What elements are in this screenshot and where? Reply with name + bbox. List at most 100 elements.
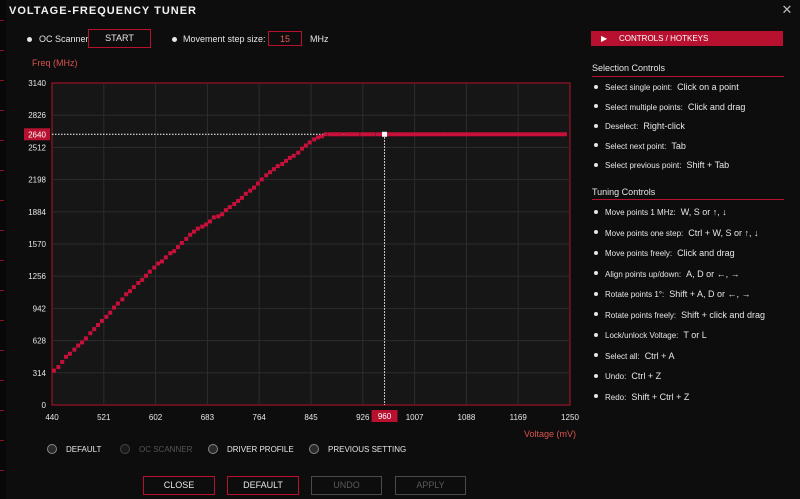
selected-curve-point[interactable] <box>382 131 388 137</box>
curve-point[interactable] <box>236 198 241 203</box>
curve-point[interactable] <box>505 132 510 137</box>
curve-point[interactable] <box>474 132 479 137</box>
controls-hotkeys-header[interactable]: ▶ CONTROLS / HOTKEYS <box>591 31 783 46</box>
curve-point[interactable] <box>528 132 533 137</box>
curve-point[interactable] <box>300 146 305 151</box>
curve-point[interactable] <box>348 132 353 137</box>
curve-point[interactable] <box>451 132 456 137</box>
curve-point[interactable] <box>516 132 521 137</box>
curve-point[interactable] <box>88 331 93 336</box>
curve-point[interactable] <box>51 368 56 373</box>
curve-point[interactable] <box>376 132 381 137</box>
profile-radio-previous-setting[interactable] <box>309 444 319 454</box>
close-button[interactable]: CLOSE <box>143 476 215 495</box>
curve-point[interactable] <box>159 259 164 264</box>
curve-point[interactable] <box>489 132 494 137</box>
curve-point[interactable] <box>96 323 101 328</box>
curve-point[interactable] <box>115 301 120 306</box>
curve-point[interactable] <box>486 132 491 137</box>
curve-point[interactable] <box>104 314 109 319</box>
curve-point[interactable] <box>64 354 69 359</box>
curve-point[interactable] <box>447 132 452 137</box>
curve-point[interactable] <box>401 132 406 137</box>
curve-point[interactable] <box>248 188 253 193</box>
profile-radio-default[interactable] <box>47 444 57 454</box>
curve-point[interactable] <box>128 289 133 294</box>
curve-point[interactable] <box>363 132 368 137</box>
curve-point[interactable] <box>428 132 433 137</box>
curve-point[interactable] <box>332 132 337 137</box>
curve-point[interactable] <box>303 143 308 148</box>
curve-point[interactable] <box>112 305 117 310</box>
curve-point[interactable] <box>455 132 460 137</box>
curve-point[interactable] <box>312 137 317 142</box>
curve-point[interactable] <box>562 132 567 137</box>
curve-point[interactable] <box>344 132 349 137</box>
curve-point[interactable] <box>497 132 502 137</box>
curve-point[interactable] <box>108 310 113 315</box>
curve-point[interactable] <box>200 224 205 229</box>
curve-point[interactable] <box>559 132 564 137</box>
curve-point[interactable] <box>307 140 312 145</box>
curve-point[interactable] <box>524 132 529 137</box>
curve-point[interactable] <box>152 265 157 270</box>
curve-point[interactable] <box>291 153 296 158</box>
curve-point[interactable] <box>144 273 149 278</box>
curve-point[interactable] <box>179 240 184 245</box>
default-button[interactable]: DEFAULT <box>227 476 299 495</box>
curve-point[interactable] <box>470 132 475 137</box>
profile-radio-driver-profile[interactable] <box>208 444 218 454</box>
curve-point[interactable] <box>147 269 152 274</box>
curve-point[interactable] <box>259 177 264 182</box>
curve-point[interactable] <box>551 132 556 137</box>
profile-radio-oc-scanner[interactable] <box>120 444 130 454</box>
curve-point[interactable] <box>216 214 221 219</box>
curve-point[interactable] <box>207 219 212 224</box>
curve-point[interactable] <box>463 132 468 137</box>
curve-point[interactable] <box>520 132 525 137</box>
curve-point[interactable] <box>284 158 289 163</box>
curve-point[interactable] <box>513 132 518 137</box>
curve-point[interactable] <box>184 236 189 241</box>
curve-point[interactable] <box>335 132 340 137</box>
curve-point[interactable] <box>195 226 200 231</box>
curve-point[interactable] <box>175 245 180 250</box>
curve-point[interactable] <box>482 132 487 137</box>
curve-point[interactable] <box>280 162 285 167</box>
curve-point[interactable] <box>287 155 292 160</box>
curve-point[interactable] <box>319 134 324 139</box>
curve-point[interactable] <box>268 170 273 175</box>
curve-point[interactable] <box>459 132 464 137</box>
curve-point[interactable] <box>424 132 429 137</box>
apply-button[interactable]: APPLY <box>395 476 466 495</box>
curve-point[interactable] <box>360 132 365 137</box>
curve-point[interactable] <box>466 132 471 137</box>
curve-point[interactable] <box>397 132 402 137</box>
curve-point[interactable] <box>443 132 448 137</box>
curve-point[interactable] <box>264 173 269 178</box>
curve-point[interactable] <box>390 132 395 137</box>
curve-point[interactable] <box>339 132 344 137</box>
curve-point[interactable] <box>394 132 399 137</box>
curve-point[interactable] <box>296 150 301 155</box>
curve-point[interactable] <box>239 195 244 200</box>
curve-point[interactable] <box>243 191 248 196</box>
curve-point[interactable] <box>211 215 216 220</box>
curve-point[interactable] <box>220 212 225 217</box>
curve-point[interactable] <box>188 232 193 237</box>
curve-point[interactable] <box>56 365 61 370</box>
curve-point[interactable] <box>80 340 85 345</box>
curve-point[interactable] <box>156 261 161 266</box>
curve-point[interactable] <box>83 336 88 341</box>
curve-point[interactable] <box>509 132 514 137</box>
curve-point[interactable] <box>543 132 548 137</box>
curve-point[interactable] <box>328 132 333 137</box>
curve-point[interactable] <box>409 132 414 137</box>
curve-point[interactable] <box>501 132 506 137</box>
curve-point[interactable] <box>405 132 410 137</box>
curve-point[interactable] <box>223 208 228 213</box>
curve-point[interactable] <box>539 132 544 137</box>
curve-point[interactable] <box>547 132 552 137</box>
curve-point[interactable] <box>67 351 72 356</box>
curve-point[interactable] <box>367 132 372 137</box>
